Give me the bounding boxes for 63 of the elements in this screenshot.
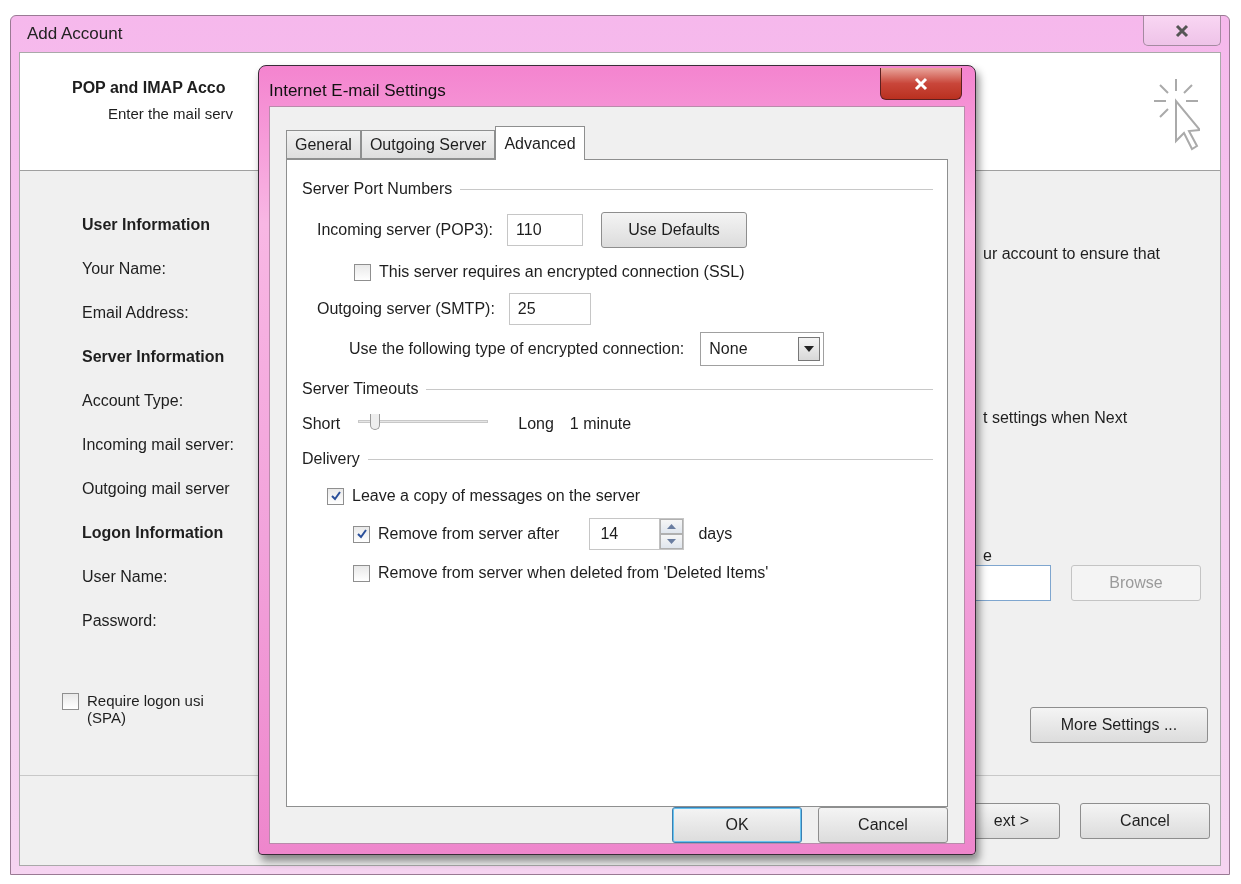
group-heading: Delivery [302, 450, 360, 468]
checkbox-label: (SPA) [87, 709, 126, 726]
close-button[interactable] [880, 68, 962, 100]
text-field[interactable] [975, 565, 1051, 601]
field-label: User Name: [82, 568, 168, 586]
checkbox-label: Leave a copy of messages on the server [352, 487, 641, 505]
spinner-value: 14 [600, 525, 619, 543]
group-heading: Server Port Numbers [302, 180, 453, 198]
slider-label: Long [518, 415, 554, 433]
unit-label: days [698, 525, 733, 543]
field-label: Incoming mail server: [82, 436, 235, 454]
encryption-dropdown[interactable]: None [700, 332, 825, 366]
spin-up-button[interactable] [660, 519, 684, 534]
group-heading: Server Timeouts [302, 380, 419, 398]
field-label: Account Type: [82, 392, 184, 410]
checkbox[interactable] [62, 693, 79, 710]
checkbox-label: This server requires an encrypted connection (SSL) [379, 263, 745, 281]
port-field[interactable]: 25 [508, 293, 591, 325]
field-label: Password: [82, 612, 157, 630]
dropdown-value: None [709, 340, 748, 358]
field-label: Outgoing server (SMTP): [317, 300, 495, 318]
checkbox[interactable] [327, 487, 344, 505]
spin-down-button[interactable] [660, 534, 684, 549]
slider-thumb[interactable] [370, 414, 381, 430]
section-heading: User Information [82, 216, 210, 234]
more-settings-button[interactable]: More Settings ... [1030, 707, 1208, 743]
close-icon [1174, 23, 1190, 38]
checkbox[interactable] [353, 564, 370, 582]
section-heading: Server Information [82, 348, 225, 366]
checkbox-label: Remove from server after [378, 525, 560, 543]
dialog-button[interactable]: Cancel [818, 807, 948, 843]
field-label: Your Name: [82, 260, 166, 278]
checkbox-label: Remove from server when deleted from 'Deleted Items' [378, 564, 769, 582]
close-icon [913, 76, 929, 91]
port-field[interactable]: 110 [507, 214, 584, 246]
field-label: Email Address: [82, 304, 189, 322]
checkbox-label: Require logon usi [87, 693, 204, 710]
cursor-icon [1152, 77, 1200, 151]
info-text: ur account to ensure that [983, 245, 1161, 263]
header-subtitle: Enter the mail serv [108, 105, 234, 122]
checkbox[interactable] [353, 525, 370, 543]
dialog-title: Internet E-mail Settings [269, 81, 446, 101]
cancel-button[interactable]: Cancel [1080, 802, 1210, 839]
field-label: Use the following type of encrypted connection: [349, 340, 685, 358]
up-arrow-icon [667, 524, 677, 529]
tab[interactable]: General [286, 130, 361, 159]
window-title: Add Account [26, 24, 123, 44]
down-arrow-icon [667, 539, 677, 544]
tab[interactable]: Outgoing Server [360, 130, 496, 159]
info-text: t settings when Next [983, 409, 1129, 427]
section-heading: Logon Information [82, 524, 224, 542]
field-label: Outgoing mail server [82, 480, 230, 498]
close-button[interactable] [1143, 16, 1221, 46]
info-text: e [983, 547, 993, 565]
checkbox[interactable] [354, 263, 371, 281]
slider-label: Short [302, 415, 341, 433]
header-title: POP and IMAP Acco [72, 79, 227, 97]
tab[interactable]: Advanced [495, 126, 585, 160]
dialog-button[interactable]: OK [672, 807, 802, 843]
number-spinner[interactable]: 14 [589, 518, 685, 550]
use-defaults-button[interactable]: Use Defaults [601, 212, 748, 248]
slider-reading: 1 minute [569, 415, 632, 433]
field-label: Incoming server (POP3): [317, 221, 494, 239]
